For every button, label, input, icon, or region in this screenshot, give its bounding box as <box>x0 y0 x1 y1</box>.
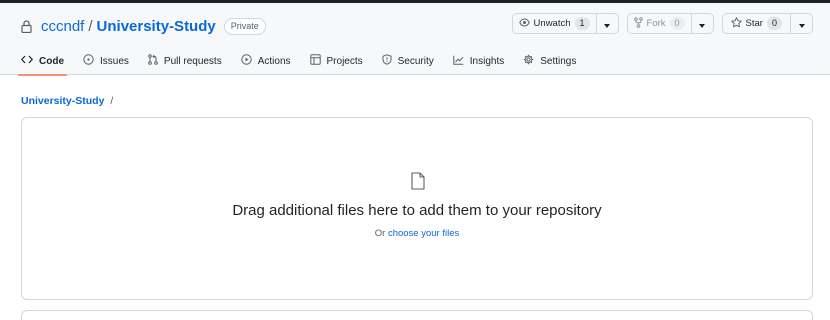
drop-zone-title: Drag additional files here to add them t… <box>232 202 602 219</box>
pull-request-icon <box>148 54 158 68</box>
breadcrumb: University-Study / <box>21 95 113 107</box>
shield-icon <box>382 54 392 68</box>
repo-actions: Unwatch 1 Fork 0 Star 0 <box>511 13 813 34</box>
star-icon <box>730 16 742 31</box>
repo-separator: / <box>88 17 93 35</box>
breadcrumb-repo-link[interactable]: University-Study <box>21 95 104 107</box>
tab-label: Code <box>39 55 64 67</box>
tab-label: Issues <box>100 55 129 67</box>
repo-owner-link[interactable]: cccndf <box>41 18 84 35</box>
choose-files-link[interactable]: choose your files <box>388 228 459 239</box>
table-icon <box>309 54 321 68</box>
tab-settings[interactable]: Settings <box>523 47 576 75</box>
repo-header: cccndf / University-Study Private Unwatc… <box>0 3 830 77</box>
tab-label: Insights <box>469 55 505 67</box>
fork-dropdown-button[interactable] <box>690 14 713 33</box>
tab-projects[interactable]: Projects <box>309 47 363 75</box>
repo-name-link[interactable]: University-Study <box>97 18 216 35</box>
watch-button-group: Unwatch 1 <box>511 13 619 34</box>
file-icon <box>410 172 426 190</box>
graph-icon <box>453 55 464 68</box>
star-button[interactable]: Star 0 <box>723 14 790 33</box>
unwatch-label: Unwatch <box>533 18 571 29</box>
drop-zone-subtitle: Or choose your files <box>22 228 812 239</box>
fork-label: Fork <box>646 18 666 29</box>
eye-icon <box>518 17 530 30</box>
tab-pull-requests[interactable]: Pull requests <box>148 47 222 75</box>
repo-nav-tabs: Code Issues Pull requests Actions Projec… <box>18 47 595 77</box>
tab-label: Pull requests <box>163 55 222 67</box>
issue-icon <box>83 54 94 68</box>
tab-code[interactable]: Code <box>18 47 67 76</box>
file-drop-zone[interactable]: Drag additional files here to add them t… <box>21 117 813 300</box>
commit-box-edge <box>21 310 813 320</box>
triangle-down-icon <box>604 15 611 33</box>
fork-count: 0 <box>669 17 685 30</box>
tab-actions[interactable]: Actions <box>241 47 291 75</box>
tab-security[interactable]: Security <box>382 47 434 75</box>
triangle-down-icon <box>699 15 706 33</box>
star-count: 0 <box>766 17 782 30</box>
fork-button-group: Fork 0 <box>626 13 714 34</box>
watch-dropdown-button[interactable] <box>595 14 618 33</box>
tab-label: Actions <box>257 55 291 67</box>
fork-button[interactable]: Fork 0 <box>628 14 691 33</box>
star-label: Star <box>745 18 763 29</box>
tab-label: Settings <box>540 55 577 67</box>
tab-label: Security <box>397 55 434 67</box>
play-icon <box>241 54 252 68</box>
lock-icon <box>21 19 35 33</box>
tab-issues[interactable]: Issues <box>83 47 129 75</box>
tab-insights[interactable]: Insights <box>453 47 504 75</box>
visibility-badge: Private <box>223 17 266 35</box>
gear-icon <box>523 54 534 68</box>
code-icon <box>20 55 34 67</box>
watch-count: 1 <box>574 17 590 30</box>
triangle-down-icon <box>798 15 805 33</box>
drop-zone-prefix: Or <box>374 228 386 239</box>
star-button-group: Star 0 <box>721 13 813 34</box>
star-dropdown-button[interactable] <box>790 14 812 33</box>
breadcrumb-separator: / <box>110 95 114 107</box>
tab-label: Projects <box>326 55 363 67</box>
repo-title: cccndf / University-Study Private <box>21 15 266 37</box>
repo-forked-icon <box>633 16 643 31</box>
unwatch-button[interactable]: Unwatch 1 <box>513 14 596 33</box>
